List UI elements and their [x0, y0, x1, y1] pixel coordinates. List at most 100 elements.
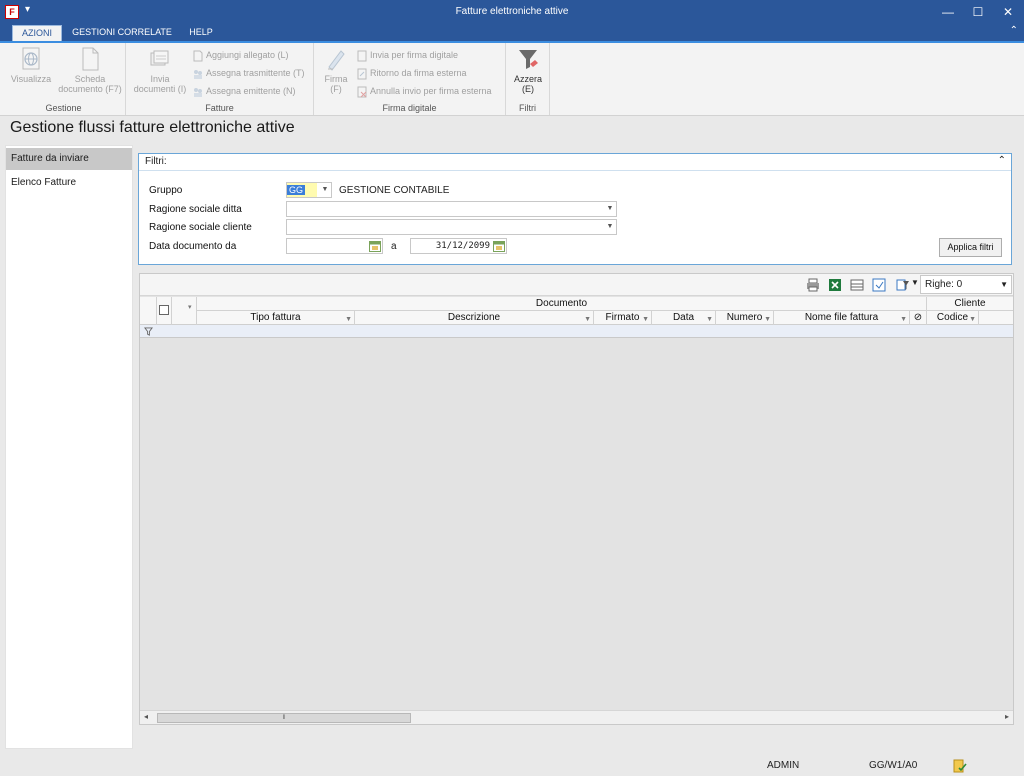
ribbon-tabs: AZIONI GESTIONI CORRELATE HELP ⌃ [0, 24, 1024, 41]
azzera-filtri-button[interactable]: Azzera (E) [510, 47, 546, 94]
horizontal-scrollbar[interactable]: ◂ ⦀ ▸ [140, 710, 1013, 724]
ribbon-group-filtri: Azzera (E) Filtri [506, 43, 550, 115]
dropdown-arrow-icon[interactable]: ▼ [604, 220, 616, 234]
group-label-fatture: Fatture [205, 103, 234, 113]
filter-icon[interactable] [144, 327, 153, 336]
collapse-ribbon-icon[interactable]: ⌃ [1010, 25, 1018, 36]
tab-gestioni-correlate[interactable]: GESTIONI CORRELATE [70, 25, 174, 41]
document-icon [82, 47, 99, 71]
annulla-invio-firma-button[interactable]: Annulla invio per firma esterna [356, 85, 492, 98]
nome-file-label: Nome file fattura [804, 312, 879, 323]
calendar-icon[interactable] [369, 240, 381, 252]
status-user: ADMIN [767, 760, 800, 771]
aggiungi-allegato-label: Aggiungi allegato (L) [206, 50, 289, 60]
grid-layout-icon[interactable] [850, 278, 864, 292]
column-header-descrizione[interactable]: Descrizione ▼ [355, 311, 594, 325]
column-chooser-icon[interactable] [872, 278, 886, 292]
firma-button[interactable]: Firma (F) [318, 47, 354, 94]
paperclip-icon: ⊘ [913, 312, 923, 323]
users-icon [194, 69, 202, 79]
filters-title: Filtri: [145, 156, 167, 167]
grid-filter-row[interactable] [140, 325, 1013, 338]
dropdown-arrow-icon[interactable]: ▼ [319, 183, 331, 197]
scheda-label-1: Scheda [74, 74, 106, 84]
group-header-documento: Documento [197, 297, 927, 311]
ragione-sociale-cliente-select[interactable]: ▼ [286, 219, 617, 235]
pen-icon [328, 50, 345, 71]
azzera-label-2: (E) [522, 84, 534, 94]
data-da-field[interactable] [286, 238, 383, 254]
document-cancel-icon [357, 86, 367, 98]
column-header-allegato[interactable]: ⊘ [910, 311, 927, 325]
column-header-firmato[interactable]: Firmato ▼ [594, 311, 652, 325]
collapse-filters-icon[interactable]: ⌃ [998, 155, 1006, 166]
visualizza-label: Visualizza [10, 74, 52, 84]
column-header-codice[interactable]: Codice ▼ [927, 311, 979, 325]
righe-count: Righe: 0 ▼ [920, 275, 1012, 294]
maximize-button[interactable]: ☐ [963, 0, 993, 24]
column-header-next [979, 311, 1013, 325]
tab-azioni[interactable]: AZIONI [12, 25, 62, 41]
firmato-label: Firmato [605, 312, 640, 323]
filter-settings-icon[interactable] [896, 278, 910, 292]
descrizione-label: Descrizione [447, 312, 501, 323]
ribbon-group-firma-digitale: Firma (F) Invia per firma digitale Ritor… [314, 43, 506, 115]
tab-help[interactable]: HELP [182, 25, 220, 41]
data-documento-label: Data documento da [149, 241, 237, 252]
chevron-down-icon[interactable]: ▼ [1000, 276, 1008, 293]
calendar-icon[interactable] [493, 240, 505, 252]
azzera-label-1: Azzera [513, 74, 542, 84]
scroll-left-icon[interactable]: ◂ [144, 712, 148, 721]
send-documents-icon [150, 50, 169, 66]
minimize-button[interactable]: — [933, 0, 963, 24]
data-a-field[interactable]: 31/12/2099 [410, 238, 507, 254]
column-header-tipo-fattura[interactable]: Tipo fattura ▼ [197, 311, 355, 325]
document-return-icon [357, 68, 367, 80]
dropdown-arrow-icon[interactable]: ▼ [604, 202, 616, 216]
gruppo-select[interactable]: GG ▼ [286, 182, 332, 198]
assegna-trasmittente-button[interactable]: Assegna trasmittente (T) [192, 67, 305, 80]
group-label-firma-digitale: Firma digitale [382, 103, 437, 113]
funnel-clear-icon [519, 50, 538, 69]
data-a-value: 31/12/2099 [435, 241, 490, 251]
annulla-invio-label: Annulla invio per firma esterna [370, 86, 492, 96]
applica-filtri-button[interactable]: Applica filtri [939, 238, 1002, 257]
row-indicator-header [140, 297, 157, 325]
invia-documenti-button[interactable]: Invia documenti (I) [132, 47, 188, 94]
close-button[interactable]: ✕ [993, 0, 1023, 24]
excel-export-icon[interactable] [828, 278, 842, 292]
firma-label-2: (F) [330, 84, 342, 94]
assegna-emittente-label: Assegna emittente (N) [206, 86, 296, 96]
ragione-sociale-ditta-select[interactable]: ▼ [286, 201, 617, 217]
group-label-filtri: Filtri [519, 103, 536, 113]
scroll-right-icon[interactable]: ▸ [1005, 712, 1009, 721]
ritorno-firma-esterna-button[interactable]: Ritorno da firma esterna [356, 67, 467, 80]
select-all-checkbox[interactable] [159, 305, 169, 315]
sidebar: Fatture da inviare Elenco Fatture [5, 145, 133, 749]
chevron-down-icon[interactable]: ▼ [911, 278, 919, 287]
ribbon-group-gestione: Visualizza Scheda documento (F7) Gestion… [2, 43, 126, 115]
aggiungi-allegato-button[interactable]: Aggiungi allegato (L) [192, 49, 289, 62]
globe-document-icon [22, 47, 40, 70]
ragione-sociale-ditta-label: Ragione sociale ditta [149, 204, 242, 215]
sidebar-item-fatture-da-inviare[interactable]: Fatture da inviare [6, 148, 132, 170]
scroll-thumb[interactable]: ⦀ [157, 713, 411, 723]
column-header-data[interactable]: Data ▼ [652, 311, 716, 325]
expand-column-header[interactable]: ▾ [172, 297, 197, 325]
gruppo-code-field[interactable]: GG [287, 183, 317, 197]
visualizza-button[interactable]: Visualizza [6, 47, 56, 84]
assegna-emittente-button[interactable]: Assegna emittente (N) [192, 85, 296, 98]
column-header-numero[interactable]: Numero ▼ [716, 311, 774, 325]
scheda-documento-button[interactable]: Scheda documento (F7) [56, 47, 124, 94]
print-icon[interactable] [806, 278, 820, 292]
righe-label: Righe: 0 [925, 279, 963, 290]
invia-firma-digitale-button[interactable]: Invia per firma digitale [356, 49, 458, 62]
grid-body [140, 338, 1013, 710]
sidebar-item-elenco-fatture[interactable]: Elenco Fatture [6, 172, 132, 194]
column-header-nome-file[interactable]: Nome file fattura ▼ [774, 311, 910, 325]
codice-label: Codice [936, 312, 969, 323]
invia-label-1: Invia [150, 74, 170, 84]
notes-check-icon[interactable] [953, 759, 967, 773]
ritorno-firma-label: Ritorno da firma esterna [370, 68, 467, 78]
filters-header[interactable]: Filtri: ⌃ [139, 154, 1011, 171]
